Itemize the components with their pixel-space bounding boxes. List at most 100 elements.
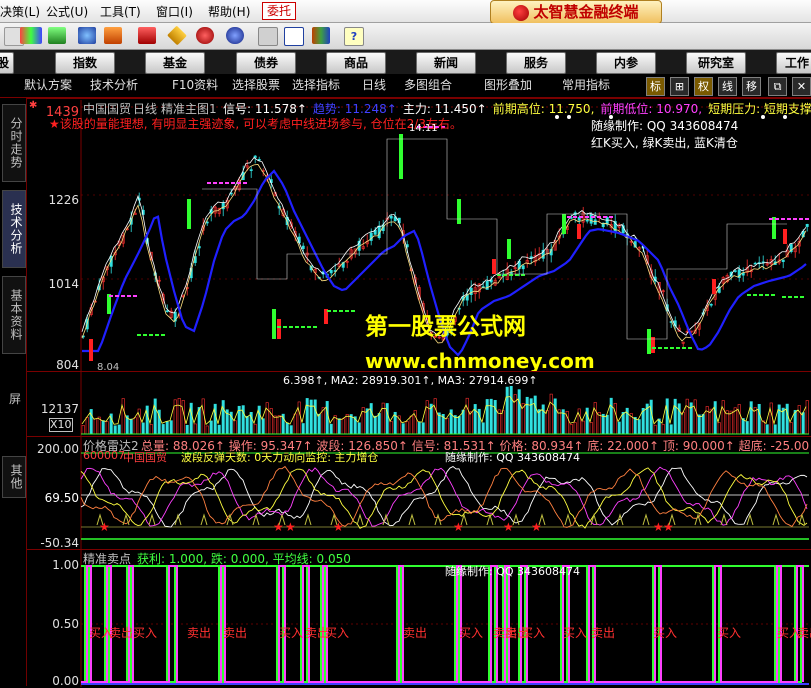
default-scheme-button[interactable]: 默认方案 <box>24 77 72 94</box>
restore-icon[interactable]: ⧉ <box>768 77 787 96</box>
volume-bar <box>193 423 197 435</box>
volume-bar <box>549 393 553 435</box>
select-indicator-button[interactable]: 选择指标 <box>292 77 340 94</box>
buy-bar <box>89 339 93 361</box>
volume-bar <box>485 399 489 435</box>
diamond-icon[interactable] <box>167 25 187 46</box>
nav-commodity[interactable]: 商品 <box>326 52 386 74</box>
sell-point-pane[interactable]: 精准卖点 获利: 1.000, 跌: 0.000, 平均线: 0.050 随缘制… <box>27 549 811 688</box>
nav-news[interactable]: 新闻 <box>416 52 476 74</box>
star-marker: ★ <box>663 520 674 534</box>
volume-bar <box>489 398 493 435</box>
volume-bar <box>525 396 529 435</box>
volume-bar <box>381 402 385 435</box>
volume-bar <box>217 424 221 435</box>
rights-icon[interactable]: 权 <box>694 77 713 96</box>
menu-decision[interactable]: 决策(L) <box>0 3 40 20</box>
signal-label: 买入 <box>653 626 678 640</box>
volume-bar <box>673 398 677 435</box>
volume-bar <box>177 398 181 435</box>
volume-bar <box>257 405 261 435</box>
volume-bar <box>185 424 189 435</box>
peak-marker <box>720 513 728 526</box>
signal-label: 买入 <box>717 626 742 640</box>
nav-work[interactable]: 工作 <box>776 52 811 74</box>
volume-pane[interactable]: 6.398↑, MA2: 28919.301↑, MA3: 27914.699↑… <box>9 371 811 436</box>
nav-bar: 股 指数 基金 债券 商品 新闻 服务 内参 研究室 工作 <box>0 50 811 74</box>
volume-bar <box>793 410 797 435</box>
candle <box>329 270 333 274</box>
menu-window[interactable]: 窗口(I) <box>156 3 193 20</box>
binoculars-icon[interactable] <box>78 27 96 44</box>
nav-research[interactable]: 研究室 <box>686 52 746 74</box>
window-icon[interactable] <box>284 27 304 46</box>
volume-bar <box>221 400 225 435</box>
sell-point-fields: 获利: 1.000, 跌: 0.000, 平均线: 0.050 <box>137 552 351 566</box>
tab-technical[interactable]: 技术分析 <box>2 190 26 268</box>
volume-bar <box>601 413 605 435</box>
volume-bar <box>141 422 145 435</box>
volume-bar <box>541 404 545 435</box>
f10-button[interactable]: F10资料 <box>172 77 218 94</box>
overlay-button[interactable]: 图形叠加 <box>484 77 532 94</box>
candle <box>805 224 809 227</box>
mark-icon[interactable]: 标 <box>646 77 665 96</box>
common-indicator-button[interactable]: 常用指标 <box>562 77 610 94</box>
menu-formula[interactable]: 公式(U) <box>46 3 88 20</box>
tech-analysis-button[interactable]: 技术分析 <box>90 77 138 94</box>
volume-bar <box>537 409 541 435</box>
price-pane[interactable]: ✱ 中国国贸 日线 精准主图1 信号: 11.578↑ 趋势: 11.248↑ 主力… <box>27 98 811 373</box>
volume-bar <box>721 400 725 435</box>
menu-help[interactable]: 帮助(H) <box>208 3 250 20</box>
radar-pane[interactable]: ★ ★ ★ ★ ★ ★ ★ ★ ★ 价格雷达2 总量: 88.026↑ 操作: 95.347↑ … <box>27 436 811 550</box>
sell-point-credit: 随缘制作: QQ 343608474 <box>445 565 581 578</box>
daily-button[interactable]: 日线 <box>362 77 386 94</box>
sell-bar <box>772 217 776 239</box>
peak-label: 14.11 <box>409 123 438 134</box>
grid-icon[interactable] <box>48 27 66 44</box>
line-icon[interactable]: 线 <box>718 77 737 96</box>
tab-intraday[interactable]: 分时走势 <box>2 104 26 182</box>
volume-bar <box>729 410 733 435</box>
red-circle-icon[interactable] <box>196 27 214 44</box>
help-icon[interactable]: ? <box>344 27 364 46</box>
peak-marker <box>200 513 208 526</box>
nav-service[interactable]: 服务 <box>506 52 566 74</box>
flag-icon[interactable] <box>138 27 156 44</box>
nav-index[interactable]: 指数 <box>55 52 115 74</box>
move-icon[interactable]: 移 <box>742 77 761 96</box>
indicator-field: 趋势: 11.248↑ <box>312 102 397 116</box>
select-stock-button[interactable]: 选择股票 <box>232 77 280 94</box>
nav-stock[interactable]: 股 <box>0 52 14 74</box>
sell-bar <box>399 134 403 179</box>
volume-bar <box>469 411 473 435</box>
candle <box>205 221 209 224</box>
nav-bond[interactable]: 债券 <box>236 52 296 74</box>
volume-header: 6.398↑, MA2: 28919.301↑, MA3: 27914.699↑ <box>283 374 538 387</box>
nav-fund[interactable]: 基金 <box>145 52 205 74</box>
blue-circle-icon[interactable] <box>226 27 244 44</box>
volume-bar <box>533 395 537 435</box>
volume-bar <box>373 415 377 435</box>
print-icon[interactable] <box>258 27 278 46</box>
y-tick-4: 804 <box>56 358 79 372</box>
volume-bar <box>129 418 133 435</box>
tab-other[interactable]: 其他 <box>2 456 26 498</box>
crosshair-icon[interactable]: ⊞ <box>670 77 689 96</box>
trade-button[interactable]: 委托 <box>262 2 296 20</box>
multi-chart-button[interactable]: 多图组合 <box>404 77 452 94</box>
nav-insider[interactable]: 内参 <box>596 52 656 74</box>
menu-tools[interactable]: 工具(T) <box>100 3 141 20</box>
books-icon[interactable] <box>312 27 330 44</box>
close-icon[interactable]: ✕ <box>792 77 811 96</box>
sell-point-chart[interactable] <box>27 550 811 687</box>
volume-bar <box>569 424 573 435</box>
volume-bar <box>369 403 373 435</box>
tab-fundamental[interactable]: 基本资料 <box>2 276 26 354</box>
candle <box>257 159 261 161</box>
volume-bar <box>649 399 653 435</box>
radar-credit: 随缘制作: QQ 343608474 <box>445 451 581 464</box>
volume-bar <box>593 402 597 435</box>
chart-icon[interactable] <box>104 27 122 44</box>
quote-icon[interactable] <box>20 27 42 44</box>
